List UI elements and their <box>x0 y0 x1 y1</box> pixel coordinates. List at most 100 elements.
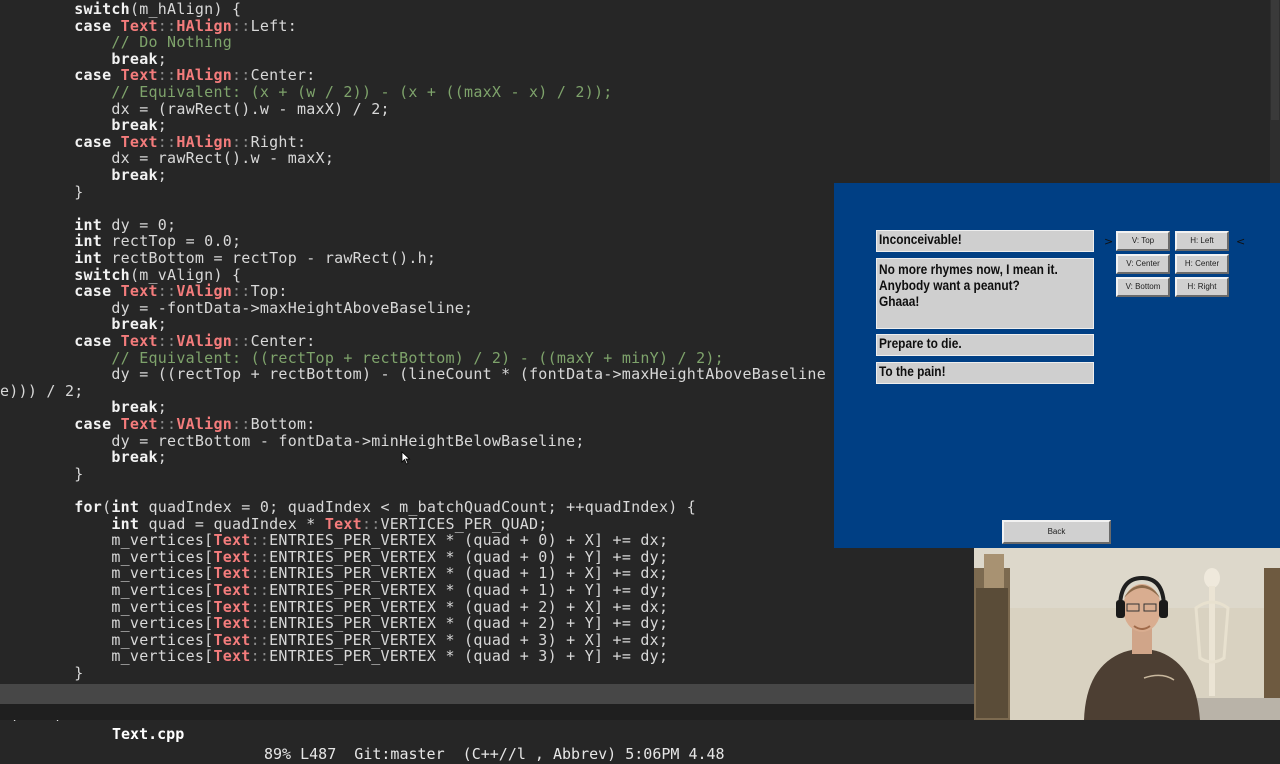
h-center-button[interactable]: H: Center <box>1175 254 1229 274</box>
code-line[interactable]: } <box>0 665 84 682</box>
code-token: m_vertices[ <box>0 564 214 583</box>
code-token: case <box>74 132 112 151</box>
code-token: ENTRIES_PER_VERTEX * (quad + 0) + X] += … <box>269 531 669 550</box>
code-line[interactable]: break; <box>0 316 167 333</box>
code-token: break <box>111 398 158 417</box>
code-line[interactable]: case Text::VAlign::Center: <box>0 333 316 350</box>
code-token: } <box>0 182 84 201</box>
code-line[interactable]: case Text::HAlign::Left: <box>0 16 297 35</box>
scrollbar-thumb[interactable] <box>1271 0 1279 120</box>
code-line[interactable]: // Equivalent: (x + (w / 2)) - (x + ((ma… <box>0 84 613 101</box>
code-token: break <box>111 116 158 135</box>
code-token: Text <box>120 132 158 151</box>
code-token: :: <box>250 564 270 583</box>
code-line[interactable]: m_vertices[Text::ENTRIES_PER_VERTEX * (q… <box>0 597 668 616</box>
code-line[interactable]: } <box>0 182 84 201</box>
code-line[interactable]: m_vertices[Text::ENTRIES_PER_VERTEX * (q… <box>0 547 668 566</box>
code-line[interactable]: for(int quadIndex = 0; quadIndex < m_bat… <box>0 499 696 516</box>
code-line[interactable]: dx = rawRect().w - maxX; <box>0 150 334 167</box>
text-sample-line: No more rhymes now, I mean it. <box>879 261 1058 277</box>
code-line[interactable]: switch(m_hAlign) { <box>0 1 241 18</box>
code-line[interactable]: break; <box>0 167 167 184</box>
code-line[interactable]: case Text::VAlign::Bottom: <box>0 416 316 433</box>
code-token: Text <box>120 16 158 35</box>
code-token: ; <box>157 49 168 68</box>
webcam-overlay <box>974 548 1280 720</box>
text-sample-rhymes: No more rhymes now, I mean it. Anybody w… <box>876 258 1094 329</box>
code-line[interactable]: break; <box>0 49 168 68</box>
code-token: :: <box>157 66 177 85</box>
code-token: dx = rawRect().w - maxX; <box>0 149 335 168</box>
code-token: :: <box>250 614 270 633</box>
code-token: HAlign <box>176 16 233 35</box>
code-line[interactable]: // Do Nothing <box>0 34 232 51</box>
code-token: :: <box>250 547 270 566</box>
code-line[interactable]: // Equivalent: ((rectTop + rectBottom) /… <box>0 349 724 367</box>
code-token: :: <box>157 132 177 151</box>
code-line[interactable]: case Text::VAlign::Top: <box>0 283 288 300</box>
code-token: Text <box>120 282 158 301</box>
code-token: Text <box>213 597 251 616</box>
code-line[interactable]: dy = ((rectTop + rectBottom) - (lineCoun… <box>0 366 826 383</box>
code-token: break <box>111 448 158 467</box>
code-line[interactable]: m_vertices[Text::ENTRIES_PER_VERTEX * (q… <box>0 582 668 599</box>
text-sample-inconceivable: Inconceivable! <box>876 230 1094 252</box>
code-token: :: <box>232 16 251 35</box>
text-sample-pain: To the pain! <box>876 362 1094 384</box>
code-line[interactable]: int dy = 0; <box>0 216 176 234</box>
code-line[interactable]: case Text::HAlign::Right: <box>0 132 306 151</box>
code-token: ENTRIES_PER_VERTEX * (quad + 3) + X] += … <box>269 630 669 649</box>
code-token: Text <box>120 415 158 433</box>
webcam-image <box>974 548 1280 720</box>
h-left-button[interactable]: H: Left <box>1175 231 1229 251</box>
code-line[interactable]: case Text::HAlign::Center: <box>0 67 316 84</box>
code-line[interactable]: m_vertices[Text::ENTRIES_PER_VERTEX * (q… <box>0 532 668 549</box>
code-line[interactable]: switch(m_vAlign) { <box>0 265 242 284</box>
code-token: (m_vAlign) { <box>129 265 242 284</box>
code-line[interactable]: m_vertices[Text::ENTRIES_PER_VERTEX * (q… <box>0 615 668 632</box>
code-line[interactable]: } <box>0 465 84 483</box>
code-token: rectTop = 0.0; <box>102 232 242 251</box>
text-sample-prepare: Prepare to die. <box>876 334 1094 356</box>
code-token: dx = (rawRect().w - maxX) / 2; <box>0 99 390 118</box>
code-token: :: <box>232 132 251 151</box>
code-token: for <box>74 498 103 516</box>
mouse-cursor-icon <box>401 451 411 465</box>
code-line[interactable]: break; <box>0 399 167 416</box>
code-line[interactable]: int rectTop = 0.0; <box>0 233 241 250</box>
mode-line-filename: Text.cpp <box>112 725 185 743</box>
code-token: ENTRIES_PER_VERTEX * (quad + 1) + Y] += … <box>269 581 669 599</box>
code-line[interactable]: break; <box>0 117 167 134</box>
code-line[interactable]: m_vertices[Text::ENTRIES_PER_VERTEX * (q… <box>0 648 668 665</box>
v-center-button[interactable]: V: Center <box>1116 254 1170 274</box>
v-top-button[interactable]: V: Top <box>1116 231 1170 251</box>
code-line[interactable]: int rectBottom = rectTop - rawRect().h; <box>0 250 436 267</box>
code-token: ; <box>157 315 168 334</box>
code-line[interactable]: int quad = quadIndex * Text::VERTICES_PE… <box>0 514 548 533</box>
code-token: Text <box>120 66 158 85</box>
game-window[interactable]: Inconceivable! No more rhymes now, I mea… <box>834 183 1280 548</box>
code-line[interactable]: dy = -fontData->maxHeightAboveBaseline; <box>0 299 473 317</box>
code-line[interactable]: break; <box>0 449 167 466</box>
code-token: e))) / 2; <box>0 381 84 400</box>
code-token: :: <box>250 647 270 666</box>
code-line[interactable]: e))) / 2; <box>0 381 84 400</box>
back-button[interactable]: Back <box>1002 520 1111 544</box>
code-token: VAlign <box>176 282 233 301</box>
code-line[interactable]: m_vertices[Text::ENTRIES_PER_VERTEX * (q… <box>0 565 668 582</box>
v-bottom-button[interactable]: V: Bottom <box>1116 277 1170 297</box>
code-line[interactable]: m_vertices[Text::ENTRIES_PER_VERTEX * (q… <box>0 630 669 649</box>
code-line[interactable]: dy = rectBottom - fontData->minHeightBel… <box>0 432 585 450</box>
code-token: int <box>111 514 140 533</box>
code-line[interactable]: dx = (rawRect().w - maxX) / 2; <box>0 99 390 118</box>
h-right-button[interactable]: H: Right <box>1175 277 1229 297</box>
